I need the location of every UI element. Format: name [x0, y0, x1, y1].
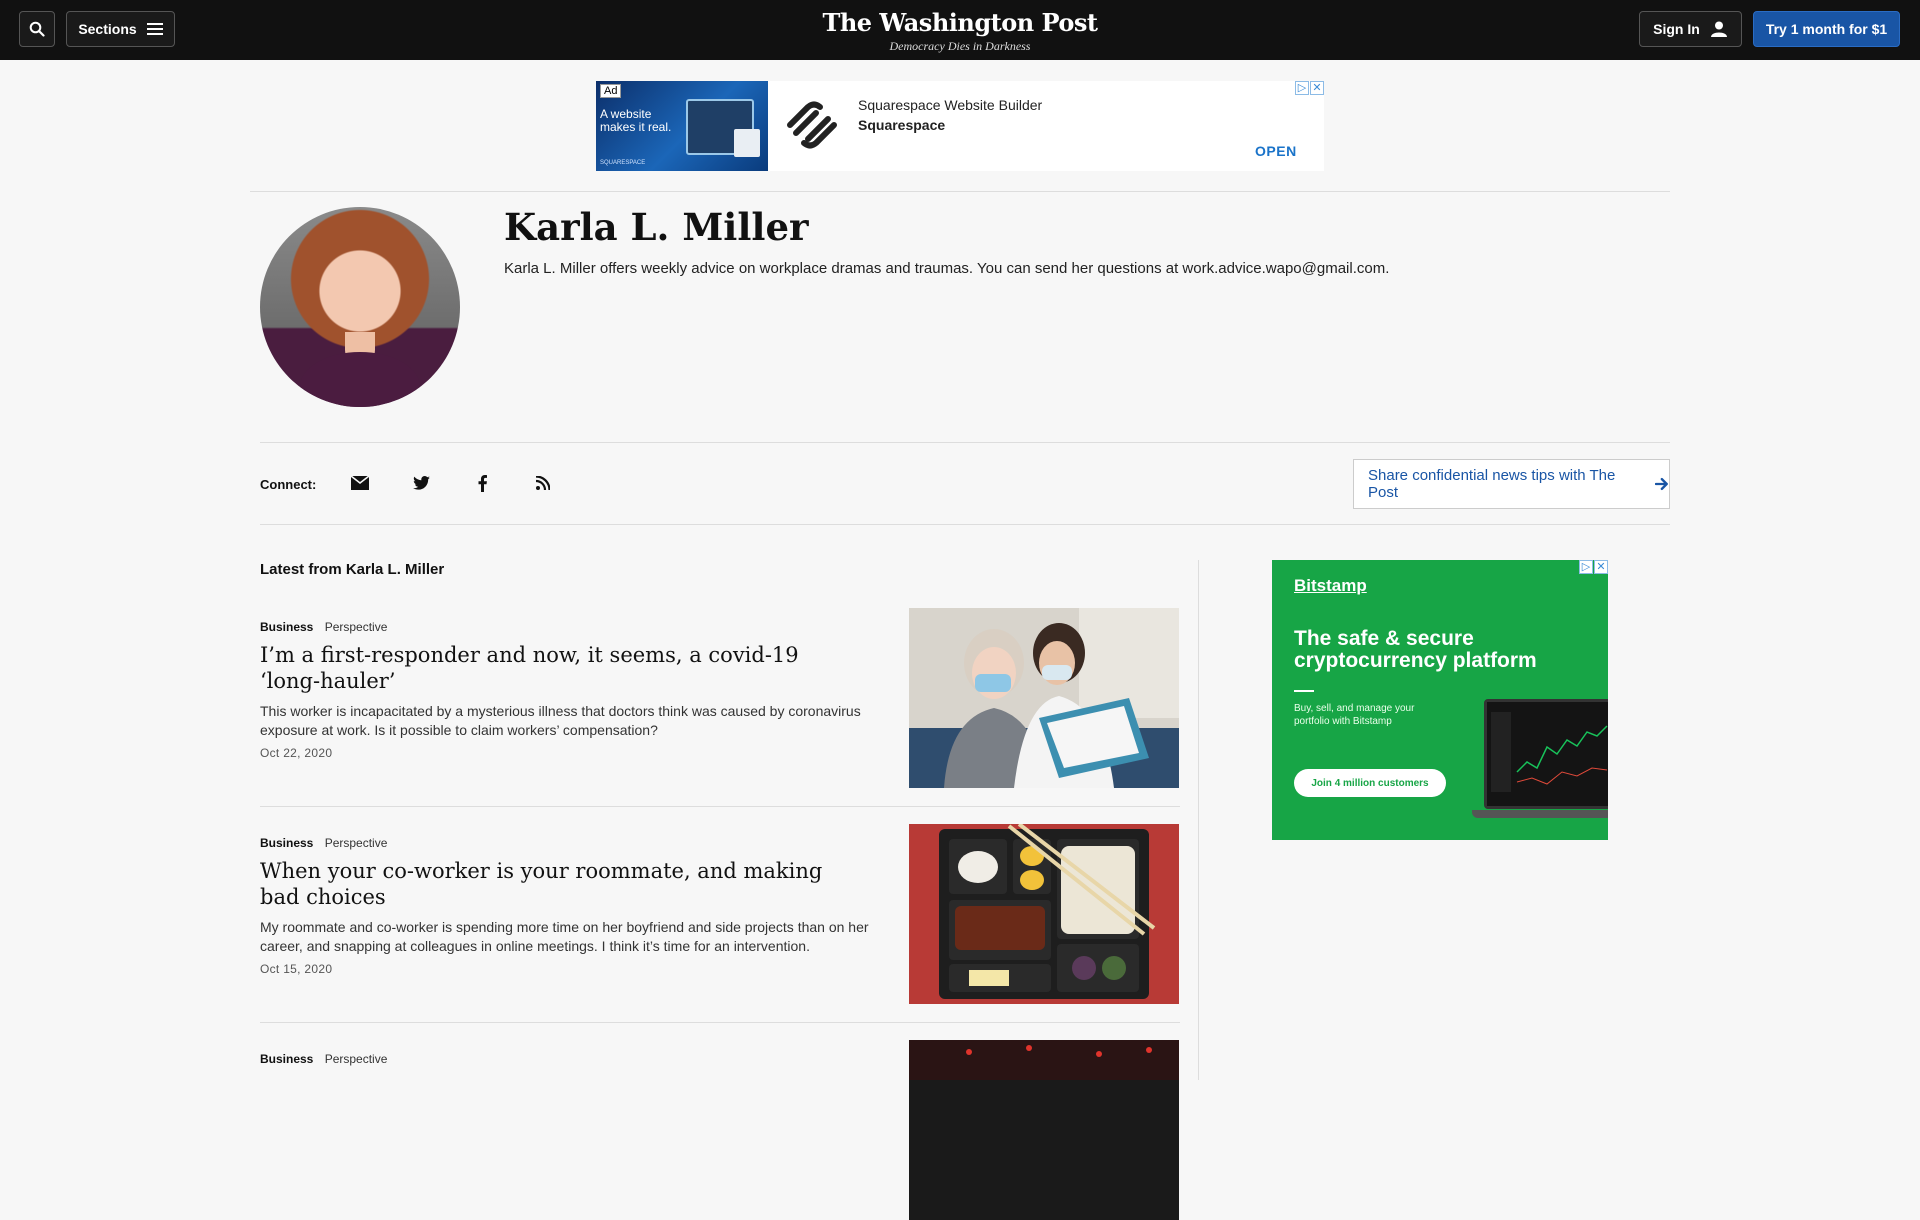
ad-close-icon[interactable]: ✕ [1310, 81, 1324, 95]
ad-title[interactable]: Squarespace Website Builder [858, 97, 1042, 113]
sections-menu-button[interactable]: Sections [66, 11, 175, 47]
ad-headline: The safe & secure cryptocurrency platfor… [1294, 627, 1537, 672]
author-photo [260, 207, 460, 407]
ad-divider [1294, 690, 1314, 692]
story-blurb: My roommate and co-worker is spending mo… [260, 919, 869, 954]
adchoices-icon[interactable]: ▷ [1295, 81, 1309, 95]
email-icon[interactable] [349, 472, 371, 494]
top-banner-ad[interactable]: Ad A website makes it real. SQUARESPACE … [596, 81, 1324, 171]
story-headline[interactable]: When your co-worker is your roommate, an… [260, 858, 860, 910]
ad-badge: Ad [600, 84, 622, 98]
sidebar-ad-bitstamp[interactable]: Bitstamp The safe & secure cryptocurrenc… [1272, 560, 1608, 840]
logo-tagline: Democracy Dies in Darkness [889, 39, 1031, 53]
story-section-link[interactable]: Business [260, 620, 313, 634]
search-button[interactable] [19, 11, 55, 47]
story-section-link[interactable]: Business [260, 1052, 313, 1066]
story-headline[interactable]: I’m a first-responder and now, it seems,… [260, 642, 860, 694]
divider [250, 191, 1670, 192]
divider [260, 524, 1670, 525]
story-thumbnail[interactable] [909, 608, 1179, 788]
ad-subtext: Buy, sell, and manage your portfolio wit… [1294, 703, 1415, 727]
story-thumbnail[interactable] [909, 824, 1179, 1004]
user-icon [1710, 21, 1727, 37]
author-name: Karla L. Miller [504, 205, 809, 249]
ad-image[interactable]: Ad A website makes it real. SQUARESPACE [596, 81, 768, 171]
sign-in-button[interactable]: Sign In [1639, 11, 1742, 47]
ad-phone-graphic [734, 129, 760, 157]
hamburger-menu-icon [146, 23, 163, 35]
sign-in-label: Sign In [1653, 21, 1700, 37]
ad-open-button[interactable]: OPEN [1255, 143, 1297, 159]
divider [260, 806, 1180, 807]
adchoices-controls[interactable]: ▷ ✕ [1295, 81, 1324, 95]
twitter-icon[interactable] [410, 472, 432, 494]
adchoices-controls[interactable]: ▷ ✕ [1579, 560, 1608, 574]
facebook-icon[interactable] [471, 472, 493, 494]
adchoices-icon[interactable]: ▷ [1579, 560, 1593, 574]
story-label: Perspective [324, 836, 388, 850]
story-item: Business Perspective I’m a first-respond… [260, 608, 1180, 788]
latest-section-title: Latest from Karla L. Miller [260, 561, 445, 578]
subscribe-trial-button[interactable]: Try 1 month for $1 [1753, 11, 1900, 47]
news-tips-label: Share confidential news tips with The Po… [1368, 467, 1616, 501]
story-label: Perspective [324, 1052, 388, 1066]
logo-wordmark: The Washington Post [822, 8, 1098, 37]
ad-brand[interactable]: Squarespace [858, 117, 945, 133]
divider [260, 442, 1670, 443]
news-tips-button[interactable]: Share confidential news tips with The Po… [1353, 459, 1670, 509]
ad-close-icon[interactable]: ✕ [1594, 560, 1608, 574]
story-blurb: This worker is incapacitated by a myster… [260, 703, 861, 738]
story-item: Business Perspective When your co-worker… [260, 824, 1180, 1004]
bitstamp-logo: Bitstamp [1294, 576, 1367, 595]
story-section-link[interactable]: Business [260, 836, 313, 850]
author-bio: Karla L. Miller offers weekly advice on … [504, 260, 1390, 277]
column-divider [1198, 560, 1199, 1080]
squarespace-logo-icon [787, 101, 837, 149]
divider [260, 1022, 1180, 1023]
laptop-base-graphic [1472, 810, 1608, 818]
ad-image-text: A website makes it real. [600, 107, 672, 134]
washington-post-logo[interactable]: The Washington Post Democracy Dies in Da… [780, 8, 1140, 54]
search-icon [29, 21, 45, 37]
ad-image-footer: SQUARESPACE [600, 160, 646, 166]
arrow-right-icon [1655, 477, 1669, 491]
top-navigation-bar: Sections The Washington Post Democracy D… [0, 0, 1920, 60]
connect-label: Connect: [260, 477, 317, 492]
sections-label: Sections [78, 21, 137, 37]
laptop-graphic [1484, 699, 1608, 809]
ad-cta-button[interactable]: Join 4 million customers [1294, 769, 1446, 797]
rss-icon[interactable] [532, 472, 554, 494]
story-label: Perspective [324, 620, 388, 634]
story-item: Business Perspective [260, 1040, 1180, 1220]
story-thumbnail[interactable] [909, 1040, 1179, 1220]
